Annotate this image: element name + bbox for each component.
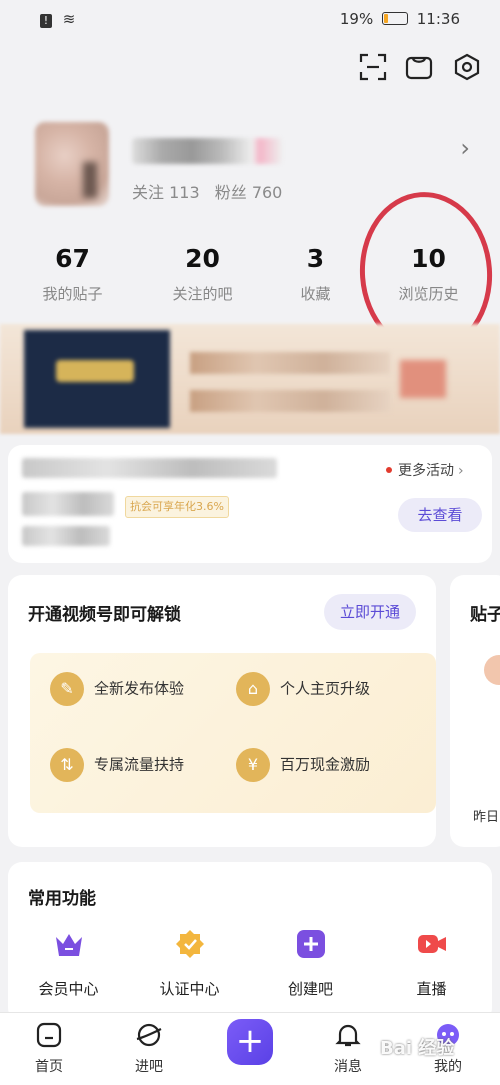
function-create-bar[interactable]: 创建吧: [248, 928, 373, 999]
perk-item: ⌂ 个人主页升级: [236, 672, 370, 706]
traffic-icon: ⇅: [50, 748, 84, 782]
stat-my-posts[interactable]: 67 我的贴子: [10, 244, 135, 304]
settings-icon[interactable]: [452, 52, 482, 82]
stat-label: 收藏: [300, 285, 331, 303]
stat-followed-bars[interactable]: 20 关注的吧: [140, 244, 265, 304]
nav-enter-bar[interactable]: 进吧: [114, 1022, 184, 1076]
activity-title: [22, 458, 277, 478]
video-card-title: 开通视频号即可解锁: [28, 605, 181, 625]
function-vip-center[interactable]: 会员中心: [6, 928, 131, 999]
yield-tag: 抗会可享年化3.6%: [125, 496, 229, 518]
perk-label: 专属流量扶持: [94, 755, 185, 774]
bell-icon: [335, 1024, 361, 1047]
status-left: ! ≋: [40, 10, 75, 28]
banner-image: [24, 330, 170, 428]
username: [132, 138, 282, 164]
nav-messages[interactable]: 消息: [313, 1022, 383, 1076]
follow-count: 关注 113: [132, 183, 200, 202]
scan-icon[interactable]: [358, 52, 388, 82]
plus-square-icon: [296, 930, 325, 958]
stat-label: 关注的吧: [172, 285, 233, 303]
perk-item: ✎ 全新发布体验: [50, 672, 184, 706]
stat-label: 我的贴子: [42, 285, 103, 303]
follow-stats[interactable]: 关注 113 粉丝 760: [132, 179, 282, 203]
function-label: 直播: [416, 980, 447, 998]
home-upgrade-icon: ⌂: [236, 672, 270, 706]
red-dot-icon: [386, 467, 392, 473]
function-label: 会员中心: [38, 980, 99, 998]
home-icon: [36, 1022, 62, 1048]
battery-percent: 19%: [339, 10, 374, 28]
nav-label: 进吧: [135, 1059, 163, 1075]
battery-icon: [381, 12, 408, 25]
banner-badge: [400, 360, 446, 398]
status-right: 19% 11:36: [340, 10, 460, 28]
perk-label: 个人主页升级: [280, 679, 371, 698]
post-plus-button[interactable]: +: [227, 1019, 273, 1065]
function-label: 创建吧: [287, 980, 333, 998]
video-camera-icon: [417, 935, 446, 953]
fans-count: 粉丝 760: [214, 183, 283, 202]
perk-label: 全新发布体验: [94, 679, 185, 698]
activity-subtitle: [22, 492, 114, 516]
stat-number: 20: [185, 244, 220, 273]
function-certification[interactable]: 认证中心: [127, 928, 252, 999]
perk-item: ¥ 百万现金激励: [236, 748, 370, 782]
alert-icon: !: [40, 14, 52, 28]
badge-check-icon: [175, 930, 204, 958]
more-activities-link[interactable]: 更多活动 ›: [386, 460, 464, 480]
open-now-button[interactable]: 立即开通: [324, 594, 416, 630]
common-functions-title: 常用功能: [28, 889, 96, 909]
perk-label: 百万现金激励: [280, 755, 371, 774]
nav-label: 首页: [35, 1059, 63, 1075]
nav-label: 消息: [334, 1059, 362, 1075]
peek-card-date: 昨日: [473, 810, 500, 825]
function-label: 认证中心: [159, 980, 220, 998]
banner-text-line: [190, 390, 390, 412]
avatar[interactable]: [35, 122, 109, 206]
activity-subtitle: [22, 526, 110, 546]
chevron-right-icon[interactable]: ›: [460, 134, 470, 162]
yuan-icon: ¥: [236, 748, 270, 782]
watermark: Bai 经验: [380, 1038, 455, 1059]
planet-icon: [136, 1023, 162, 1047]
chevron-right-icon: ›: [458, 463, 464, 479]
nav-home[interactable]: 首页: [14, 1022, 84, 1076]
status-bar: ! ≋ 19% 11:36: [0, 0, 500, 40]
dress-up-icon[interactable]: [404, 52, 434, 82]
more-activities-label: 更多活动: [398, 463, 454, 479]
clock: 11:36: [416, 10, 460, 28]
pen-icon: ✎: [50, 672, 84, 706]
stat-number: 67: [55, 244, 90, 273]
banner-text-line: [190, 352, 390, 374]
peek-card-title: 贴子: [470, 605, 500, 625]
view-button[interactable]: 去查看: [398, 498, 482, 532]
function-live[interactable]: 直播: [369, 928, 494, 999]
perk-item: ⇅ 专属流量扶持: [50, 748, 184, 782]
crown-icon: [55, 934, 82, 956]
wifi-icon: ≋: [62, 10, 76, 28]
